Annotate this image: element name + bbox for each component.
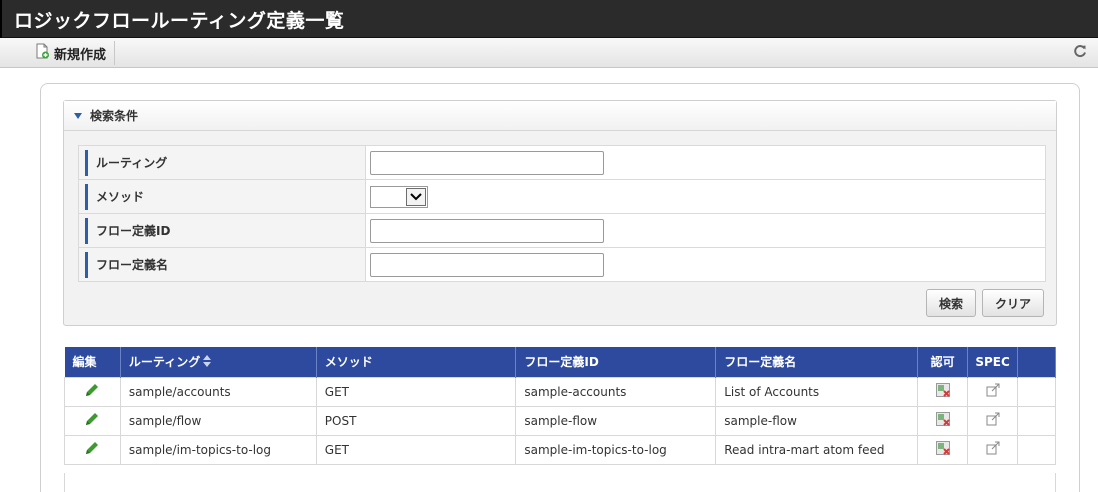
reload-button[interactable] [1070,43,1090,63]
table-row: sample/flow POST sample-flow sample-flow [64,405,1056,436]
toolbar: 新規作成 [0,38,1098,68]
search-conditions-title: 検索条件 [90,109,139,123]
edit-cell[interactable] [64,405,121,436]
new-create-button[interactable]: 新規作成 [30,41,116,65]
search-conditions-box: 検索条件 ルーティング メソッド フロー定義ID フロー定義名 検索 クリア [63,100,1057,326]
flow-id-cell: sample-accounts [515,376,717,407]
authorization-icon[interactable] [935,383,950,400]
auth-cell[interactable] [917,376,969,407]
routing-list-table: 編集 ルーティング メソッド フロー定義ID フロー定義名 認可 SPEC sa… [64,347,1056,465]
flow-name-cell: sample-flow [715,405,919,436]
spec-cell[interactable] [967,434,1019,465]
sort-icon[interactable] [203,355,212,370]
flow-name-label: フロー定義名 [85,251,365,278]
flow-id-cell: sample-im-topics-to-log [515,434,717,465]
page-title: ロジックフロールーティング定義一覧 [14,10,345,32]
new-document-icon [34,43,50,63]
new-create-label: 新規作成 [54,47,107,63]
flow-id-label: フロー定義ID [85,217,365,244]
column-header-flow-id: フロー定義ID [515,347,717,377]
method-select[interactable] [370,185,428,208]
spec-cell[interactable] [967,405,1019,436]
auth-cell[interactable] [917,434,969,465]
table-row: sample/accounts GET sample-accounts List… [64,376,1056,407]
authorization-icon[interactable] [935,412,950,429]
chevron-down-icon [406,187,426,206]
search-buttons: 検索 クリア [925,289,1044,317]
edit-cell[interactable] [64,434,121,465]
flow-id-input[interactable] [370,218,604,243]
search-conditions-table: ルーティング メソッド フロー定義ID フロー定義名 [78,145,1046,282]
auth-cell[interactable] [917,405,969,436]
pencil-icon[interactable] [84,384,100,401]
spec-cell[interactable] [967,376,1019,407]
column-header-edit: 編集 [64,347,121,377]
flow-name-input[interactable] [370,252,604,277]
pencil-icon[interactable] [84,413,100,430]
search-conditions-header[interactable]: 検索条件 [64,101,1056,131]
authorization-icon[interactable] [935,441,950,458]
column-header-flow-name: フロー定義名 [715,347,919,377]
condition-row-flow-name: フロー定義名 [78,247,1046,282]
condition-row-method: メソッド [78,179,1046,214]
condition-row-flow-id: フロー定義ID [78,213,1046,248]
routing-cell: sample/flow [119,405,317,436]
column-header-method: メソッド [316,347,517,377]
table-row: sample/im-topics-to-log GET sample-im-to… [64,434,1056,465]
routing-cell: sample/im-topics-to-log [119,434,317,465]
clear-button[interactable]: クリア [981,289,1044,317]
title-bar: ロジックフロールーティング定義一覧 [0,0,1098,38]
column-header-routing-label: ルーティング [128,355,201,370]
method-cell: GET [315,376,517,407]
edit-cell[interactable] [64,376,121,407]
column-header-spec: SPEC [967,347,1019,377]
table-header-row: 編集 ルーティング メソッド フロー定義ID フロー定義名 認可 SPEC [64,347,1056,377]
routing-label: ルーティング [85,149,365,176]
routing-input[interactable] [370,150,604,175]
pencil-icon[interactable] [84,442,100,459]
method-label: メソッド [85,183,365,210]
table-footer-area [64,473,1056,492]
flow-id-cell: sample-flow [515,405,717,436]
column-header-auth: 認可 [917,347,969,377]
external-link-icon[interactable] [986,412,1000,429]
routing-cell: sample/accounts [119,376,317,407]
reload-icon [1073,44,1087,62]
flow-name-cell: Read intra-mart atom feed [715,434,919,465]
external-link-icon[interactable] [986,441,1000,458]
method-cell: GET [315,434,517,465]
column-header-routing[interactable]: ルーティング [120,347,317,377]
flow-name-cell: List of Accounts [715,376,919,407]
external-link-icon[interactable] [986,383,1000,400]
search-button[interactable]: 検索 [925,289,976,317]
method-cell: POST [315,405,517,436]
column-header-spacer [1017,347,1056,377]
triangle-down-icon [74,112,82,119]
condition-row-routing: ルーティング [78,145,1046,180]
